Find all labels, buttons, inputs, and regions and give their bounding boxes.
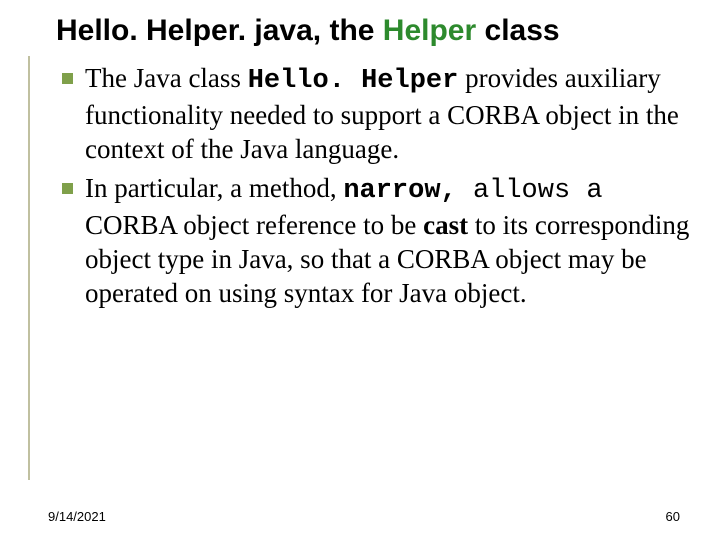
vertical-rule: [28, 56, 30, 480]
item-text: In particular, a method, narrow, allows …: [85, 172, 690, 310]
footer-date: 9/14/2021: [48, 509, 106, 524]
code-text: Hello. Helper: [248, 66, 459, 96]
text-post1: CORBA object reference to be: [85, 210, 423, 240]
title-part1: Hello. Helper. java, the: [56, 14, 383, 47]
mono-mid: allows a: [473, 176, 603, 206]
item-text: The Java class Hello. Helper provides au…: [85, 62, 690, 166]
list-item: In particular, a method, narrow, allows …: [62, 172, 690, 310]
slide-title: Hello. Helper. java, the Helper class: [56, 14, 690, 48]
footer-page: 60: [666, 509, 680, 524]
title-highlight: Helper: [383, 14, 476, 47]
text-pre: The Java class: [85, 63, 248, 93]
code-text: narrow,: [343, 176, 473, 206]
list-item: The Java class Hello. Helper provides au…: [62, 62, 690, 166]
footer: 9/14/2021 60: [48, 509, 680, 524]
bullet-icon: [62, 183, 73, 194]
bold-text: cast: [423, 210, 468, 240]
title-part2: class: [476, 14, 559, 47]
text-pre: In particular, a method,: [85, 173, 343, 203]
bullet-list: The Java class Hello. Helper provides au…: [62, 62, 690, 310]
bullet-icon: [62, 73, 73, 84]
